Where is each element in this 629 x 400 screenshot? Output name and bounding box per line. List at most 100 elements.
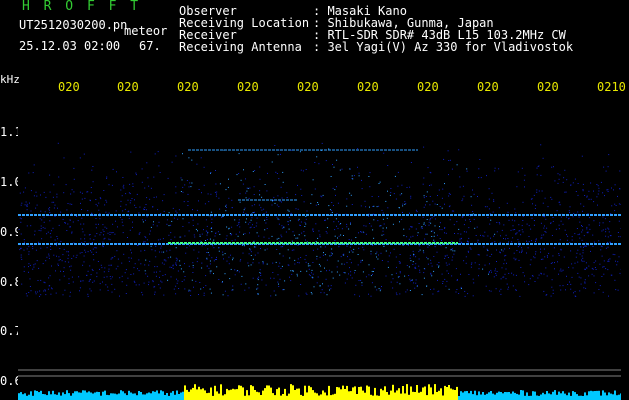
- amplitude-bar: [320, 394, 322, 400]
- noise-pixel: [238, 223, 240, 225]
- noise-pixel: [297, 208, 299, 210]
- noise-pixel: [124, 272, 126, 274]
- noise-pixel: [117, 226, 118, 228]
- noise-pixel: [43, 221, 45, 223]
- noise-pixel: [278, 178, 280, 180]
- noise-pixel: [242, 252, 244, 254]
- noise-pixel: [317, 237, 319, 239]
- noise-pixel: [386, 217, 388, 219]
- noise-pixel: [350, 194, 352, 196]
- noise-pixel: [219, 183, 221, 185]
- noise-pixel: [175, 262, 177, 264]
- amplitude-bar: [226, 388, 228, 400]
- noise-pixel: [65, 184, 67, 186]
- noise-pixel: [135, 284, 137, 286]
- amplitude-bar: [38, 392, 40, 400]
- noise-pixel: [564, 191, 566, 193]
- noise-pixel: [540, 222, 542, 224]
- noise-pixel: [493, 200, 495, 202]
- noise-pixel: [55, 270, 56, 272]
- noise-pixel: [228, 197, 230, 199]
- noise-pixel: [108, 268, 110, 270]
- noise-pixel: [300, 270, 302, 272]
- noise-pixel: [29, 202, 30, 204]
- noise-pixel: [557, 173, 559, 175]
- noise-pixel: [226, 226, 228, 228]
- amplitude-bar: [276, 389, 278, 400]
- noise-pixel: [552, 289, 554, 291]
- noise-pixel: [67, 203, 69, 204]
- noise-pixel: [402, 211, 403, 213]
- amplitude-bar: [498, 391, 500, 400]
- noise-pixel: [305, 169, 307, 170]
- amplitude-bar: [58, 392, 60, 400]
- amplitude-bar: [408, 394, 410, 400]
- noise-pixel: [413, 255, 415, 257]
- noise-pixel: [593, 292, 595, 294]
- noise-pixel: [154, 153, 156, 155]
- amplitude-bar: [228, 390, 230, 400]
- noise-pixel: [132, 221, 133, 223]
- noise-pixel: [378, 205, 380, 207]
- noise-pixel: [100, 232, 102, 234]
- noise-pixel: [351, 204, 353, 205]
- noise-pixel: [153, 271, 155, 273]
- noise-pixel: [254, 204, 256, 206]
- noise-pixel: [341, 168, 343, 170]
- noise-pixel: [60, 240, 62, 242]
- noise-pixel: [226, 235, 228, 237]
- noise-pixel: [430, 272, 432, 274]
- noise-pixel: [365, 276, 367, 278]
- noise-pixel: [536, 191, 538, 193]
- noise-pixel: [226, 207, 227, 208]
- noise-pixel: [163, 294, 165, 296]
- noise-pixel: [399, 271, 401, 273]
- noise-pixel: [534, 208, 536, 209]
- noise-pixel: [415, 263, 417, 265]
- noise-pixel: [584, 281, 586, 283]
- noise-pixel: [91, 212, 92, 214]
- noise-pixel: [59, 259, 61, 260]
- amplitude-bar: [64, 394, 66, 400]
- noise-pixel: [350, 223, 351, 225]
- noise-pixel: [133, 280, 135, 282]
- noise-pixel: [602, 291, 604, 293]
- noise-pixel: [103, 271, 105, 273]
- amplitude-bar: [140, 392, 142, 400]
- amplitude-bar: [244, 395, 246, 400]
- noise-pixel: [54, 204, 56, 206]
- noise-pixel: [552, 217, 554, 218]
- noise-pixel: [428, 221, 430, 223]
- noise-pixel: [68, 251, 69, 253]
- noise-pixel: [517, 246, 519, 248]
- noise-pixel: [252, 171, 254, 172]
- noise-pixel: [500, 252, 501, 254]
- noise-pixel: [598, 187, 600, 189]
- amplitude-bar: [194, 384, 196, 400]
- noise-pixel: [423, 177, 425, 179]
- noise-pixel: [531, 275, 533, 277]
- noise-pixel: [553, 166, 554, 168]
- noise-pixel: [54, 239, 56, 241]
- noise-pixel: [572, 267, 574, 269]
- noise-pixel: [333, 221, 335, 223]
- noise-pixel: [448, 174, 449, 176]
- noise-pixel: [50, 245, 51, 247]
- amplitude-bar: [544, 394, 546, 400]
- noise-pixel: [21, 202, 23, 204]
- noise-pixel: [64, 289, 66, 291]
- noise-pixel: [21, 283, 23, 285]
- noise-pixel: [206, 225, 208, 227]
- noise-pixel: [533, 256, 535, 258]
- noise-pixel: [311, 272, 312, 274]
- noise-pixel: [79, 252, 81, 254]
- noise-pixel: [609, 258, 611, 260]
- noise-pixel: [119, 277, 121, 279]
- noise-pixel: [219, 233, 221, 235]
- noise-pixel: [49, 207, 51, 209]
- noise-pixel: [409, 278, 411, 280]
- noise-pixel: [376, 251, 378, 253]
- noise-pixel: [500, 293, 502, 295]
- amplitude-bar: [112, 393, 114, 400]
- noise-pixel: [412, 261, 414, 263]
